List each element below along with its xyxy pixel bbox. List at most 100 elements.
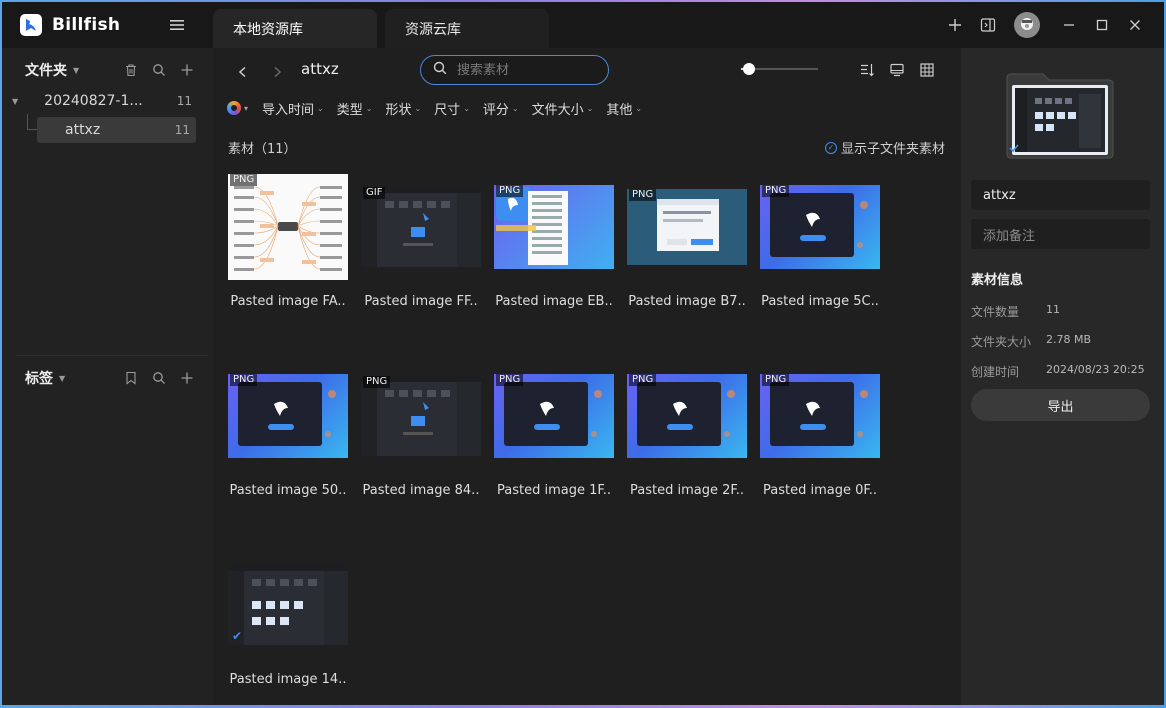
tab-local-library[interactable]: 本地资源库: [213, 9, 377, 48]
details-panel: attxz 添加备注 素材信息 文件数量 11 文件夹大小 2.78 MB 创建…: [961, 48, 1164, 705]
asset-item[interactable]: GIF Pasted image FF..: [361, 174, 481, 334]
minimize-icon[interactable]: [1054, 10, 1084, 40]
asset-item[interactable]: PNG Pasted image 2F..: [627, 363, 747, 523]
color-filter[interactable]: ▾: [227, 101, 248, 115]
sort-icon[interactable]: [858, 61, 876, 79]
search-input[interactable]: [457, 62, 597, 78]
format-badge: GIF: [363, 187, 386, 199]
tags-header[interactable]: 标签 ▼: [25, 363, 65, 393]
tab-cloud-library[interactable]: 资源云库: [385, 9, 549, 48]
display-settings-icon[interactable]: [888, 61, 906, 79]
format-badge: PNG: [629, 189, 657, 201]
caret-down-icon: ▼: [59, 373, 66, 383]
asset-name: Pasted image B7..: [628, 294, 746, 309]
folders-header[interactable]: 文件夹 ▼: [25, 55, 79, 85]
info-row-created: 创建时间 2024/08/23 20:25: [971, 363, 1145, 380]
add-tab-icon[interactable]: [940, 10, 970, 40]
folder-label: attxz: [65, 122, 101, 138]
asset-name: Pasted image EB..: [495, 294, 613, 309]
filter-rating[interactable]: 评分 ⌄: [483, 99, 519, 118]
export-button[interactable]: 导出: [971, 389, 1150, 421]
sidebar-divider[interactable]: [16, 355, 208, 356]
chevron-down-icon: ▾: [244, 103, 249, 113]
show-subfolder-toggle[interactable]: ✓ 显示子文件夹素材: [825, 138, 945, 157]
checkmark-icon: ✔: [232, 629, 243, 643]
hamburger-menu-icon[interactable]: [168, 16, 186, 34]
app-logo: Billfish: [20, 14, 120, 36]
close-icon[interactable]: [1120, 10, 1150, 40]
chevron-down-icon: ⌄: [586, 103, 594, 113]
title-bar: Billfish 本地资源库 资源云库: [2, 2, 1164, 48]
folder-item-parent[interactable]: ▼ 20240827-1... 11: [12, 88, 192, 114]
asset-item[interactable]: PNG Pasted image 0F..: [760, 363, 880, 523]
expand-caret-icon[interactable]: ▼: [12, 97, 18, 106]
thumbnail-image: [361, 376, 481, 456]
folder-preview: [1005, 68, 1115, 160]
asset-item[interactable]: PNG Pasted image EB..: [494, 174, 614, 334]
view-options: [858, 61, 936, 79]
breadcrumb: attxz: [301, 60, 339, 78]
maximize-icon[interactable]: [1087, 10, 1117, 40]
search-folders-icon[interactable]: [151, 62, 167, 78]
forward-arrow-icon[interactable]: [267, 62, 287, 82]
bookmark-icon[interactable]: [123, 370, 139, 386]
info-value: 2024/08/23 20:25: [1046, 363, 1145, 376]
asset-item[interactable]: PNG Pasted image 84..: [361, 363, 481, 523]
asset-item[interactable]: PNG Pasted image 5C..: [760, 174, 880, 334]
thumbnail-image: [494, 185, 614, 269]
user-avatar[interactable]: [1014, 12, 1040, 38]
thumbnail-frame: PNG: [627, 363, 747, 469]
thumbnail-frame: PNG: [494, 174, 614, 280]
info-title: 素材信息: [971, 273, 1024, 288]
filter-label: 文件大小: [531, 102, 584, 118]
trash-icon[interactable]: [123, 62, 139, 78]
filter-label: 其他: [606, 102, 633, 118]
add-folder-icon[interactable]: [179, 62, 195, 78]
add-tag-icon[interactable]: [179, 370, 195, 386]
thumbnail-frame: PNG: [760, 363, 880, 469]
zoom-slider-knob[interactable]: [742, 63, 755, 75]
thumbnail-frame: PNG: [494, 363, 614, 469]
panel-toggle-icon[interactable]: [973, 10, 1003, 40]
thumbnail-image: [760, 374, 880, 458]
tags-header-label: 标签: [25, 371, 53, 387]
thumbnail-frame: PNG: [760, 174, 880, 280]
app-window: Billfish 本地资源库 资源云库 文件夹 ▼ ▼ 20240827-1..…: [2, 2, 1164, 705]
filter-shape[interactable]: 形状 ⌄: [385, 99, 421, 118]
search-box[interactable]: [420, 55, 609, 85]
info-value: 2.78 MB: [1046, 333, 1092, 346]
format-badge: PNG: [496, 185, 524, 197]
grid-view-icon[interactable]: [918, 61, 936, 79]
asset-item[interactable]: PNG Pasted image 50..: [228, 363, 348, 523]
check-circle-icon: ✓: [825, 141, 837, 154]
thumbnail-frame: PNG: [627, 174, 747, 280]
asset-item[interactable]: PNG Pasted image 1F..: [494, 363, 614, 523]
asset-name: Pasted image FA..: [230, 294, 346, 309]
thumbnail-image: ✔: [228, 565, 348, 645]
search-tags-icon[interactable]: [151, 370, 167, 386]
folder-count: 11: [174, 123, 190, 137]
folder-count: 11: [176, 94, 192, 108]
asset-item[interactable]: PNG Pasted image B7..: [627, 174, 747, 334]
info-row-file-count: 文件数量 11: [971, 303, 1060, 320]
format-badge: PNG: [762, 185, 790, 197]
folder-name-field[interactable]: attxz: [971, 180, 1150, 210]
folder-item-attxz[interactable]: attxz 11: [37, 117, 196, 143]
filter-size[interactable]: 尺寸 ⌄: [434, 99, 470, 118]
filter-file-size[interactable]: 文件大小 ⌄: [532, 99, 594, 118]
thumbnail-image: [760, 185, 880, 269]
asset-name: Pasted image 2F..: [629, 483, 745, 498]
back-arrow-icon[interactable]: [233, 62, 253, 82]
caret-down-icon: ▼: [73, 65, 80, 75]
thumbnail-frame: GIF: [361, 174, 481, 280]
asset-item[interactable]: PNG Pasted image FA..: [228, 174, 348, 334]
billfish-logo-icon: [20, 14, 42, 36]
note-field[interactable]: 添加备注: [971, 219, 1150, 249]
asset-item[interactable]: ✔ Pasted image 14..: [228, 552, 348, 705]
asset-name: Pasted image 84..: [362, 483, 480, 498]
filter-other[interactable]: 其他 ⌄: [606, 99, 642, 118]
filter-type[interactable]: 类型 ⌄: [337, 99, 373, 118]
main-content: attxz ▾ 导入时: [213, 48, 961, 705]
filter-import-time[interactable]: 导入时间 ⌄: [262, 99, 324, 118]
zoom-slider[interactable]: [741, 63, 818, 75]
